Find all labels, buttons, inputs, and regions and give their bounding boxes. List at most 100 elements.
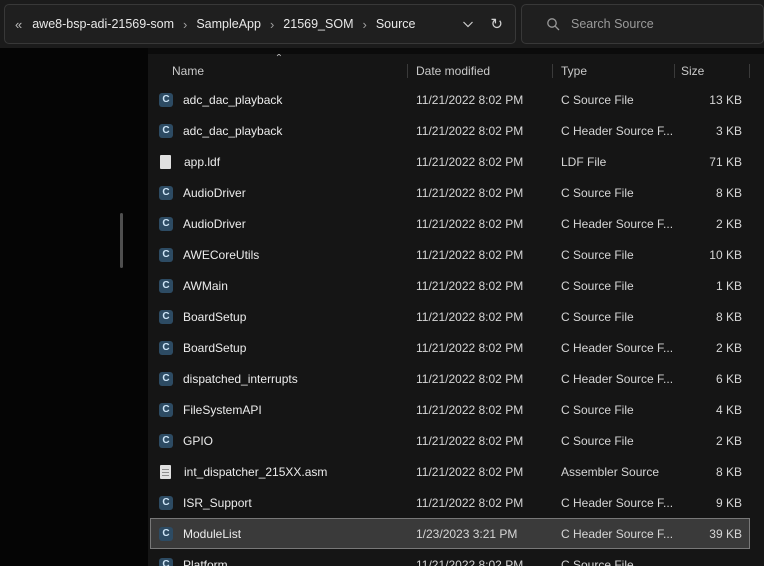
breadcrumb-item[interactable]: awe8-bsp-adi-21569-som <box>30 14 176 34</box>
file-size: 8 KB <box>675 186 750 200</box>
file-row[interactable]: CAudioDriver11/21/2022 8:02 PMC Source F… <box>150 177 750 208</box>
file-name-cell: CAWMain <box>150 279 408 293</box>
breadcrumb-chevron-icon[interactable]: › <box>263 17 281 32</box>
c-source-file-icon: C <box>159 279 173 293</box>
file-row[interactable]: CPlatform11/21/2022 8:02 PMC Source File <box>150 549 750 566</box>
c-header-file-icon: C <box>159 217 173 231</box>
file-date-modified: 11/21/2022 8:02 PM <box>408 124 553 138</box>
file-name-cell: C FileSystemAPI <box>150 403 408 417</box>
address-bar[interactable]: « awe8-bsp-adi-21569-som›SampleApp›21569… <box>4 4 516 44</box>
file-row[interactable]: CModuleList1/23/2023 3:21 PMC Header Sou… <box>150 518 750 549</box>
file-name-cell: CBoardSetup <box>150 310 408 324</box>
file-row[interactable]: CAudioDriver11/21/2022 8:02 PMC Header S… <box>150 208 750 239</box>
file-row[interactable]: CISR_Support11/21/2022 8:02 PMC Header S… <box>150 487 750 518</box>
file-type: C Header Source F... <box>553 372 675 386</box>
file-type: C Header Source F... <box>553 341 675 355</box>
file-date-modified: 11/21/2022 8:02 PM <box>408 279 553 293</box>
file-name-cell: Cadc_dac_playback <box>150 93 408 107</box>
file-type: C Source File <box>553 558 675 566</box>
file-size: 8 KB <box>675 465 750 479</box>
c-source-file-icon: C <box>159 310 173 324</box>
file-name: BoardSetup <box>183 341 246 355</box>
file-size: 13 KB <box>675 93 750 107</box>
file-size: 6 KB <box>675 372 750 386</box>
file-name: AudioDriver <box>183 186 246 200</box>
breadcrumb-chevron-icon[interactable]: › <box>176 17 194 32</box>
file-name: adc_dac_playback <box>183 124 282 138</box>
file-date-modified: 11/21/2022 8:02 PM <box>408 93 553 107</box>
file-row[interactable]: int_dispatcher_215XX.asm 11/21/2022 8:02 … <box>150 456 750 487</box>
file-type: C Source File <box>553 248 675 262</box>
file-date-modified: 11/21/2022 8:02 PM <box>408 217 553 231</box>
file-size: 9 KB <box>675 496 750 510</box>
file-type: Assembler Source <box>553 465 675 479</box>
sort-ascending-icon: ⌃ <box>275 54 283 64</box>
toolbar: « awe8-bsp-adi-21569-som›SampleApp›21569… <box>0 0 764 48</box>
address-dropdown-chevron-icon[interactable] <box>462 21 474 28</box>
file-size: 2 KB <box>675 217 750 231</box>
file-type: C Source File <box>553 93 675 107</box>
file-explorer-window: { "address_bar": { "breadcrumbs": ["awe8… <box>0 0 764 566</box>
column-header-type[interactable]: Type <box>553 58 675 84</box>
c-header-file-icon: C <box>159 496 173 510</box>
file-type: C Source File <box>553 186 675 200</box>
breadcrumb-item[interactable]: SampleApp <box>194 14 263 34</box>
file-name-cell: CISR_Support <box>150 496 408 510</box>
file-size: 71 KB <box>675 155 750 169</box>
file-row[interactable]: Cdispatched_interrupts11/21/2022 8:02 PM… <box>150 363 750 394</box>
file-row[interactable]: CAWMain11/21/2022 8:02 PMC Source File1 … <box>150 270 750 301</box>
breadcrumb-collapse-icon[interactable]: « <box>15 17 22 32</box>
assembler-file-icon <box>160 465 171 479</box>
file-name-cell: CAudioDriver <box>150 217 408 231</box>
file-row[interactable]: CFileSystemAPI11/21/2022 8:02 PMC Source… <box>150 394 750 425</box>
column-header-row: ⌃ Name Date modified Type Size <box>150 58 750 84</box>
file-row[interactable]: app.ldf11/21/2022 8:02 PMLDF File71 KB <box>150 146 750 177</box>
file-name: Platform <box>183 558 228 566</box>
file-row[interactable]: CAWECoreUtils11/21/2022 8:02 PMC Source … <box>150 239 750 270</box>
file-row[interactable]: Cadc_dac_playback11/21/2022 8:02 PMC Hea… <box>150 115 750 146</box>
file-row[interactable]: CBoardSetup11/21/2022 8:02 PMC Source Fi… <box>150 301 750 332</box>
file-row[interactable]: CBoardSetup11/21/2022 8:02 PMC Header So… <box>150 332 750 363</box>
navigation-pane <box>0 48 148 566</box>
breadcrumb-chevron-icon[interactable]: › <box>355 17 373 32</box>
file-name-cell: CAWECoreUtils <box>150 248 408 262</box>
file-date-modified: 11/21/2022 8:02 PM <box>408 496 553 510</box>
file-type: C Header Source F... <box>553 527 675 541</box>
breadcrumb-item[interactable]: 21569_SOM <box>281 14 355 34</box>
file-type: C Source File <box>553 279 675 293</box>
file-name: ModuleList <box>183 527 241 541</box>
file-name: adc_dac_playback <box>183 93 282 107</box>
file-name: dispatched_interrupts <box>183 372 298 386</box>
file-type: C Header Source F... <box>553 217 675 231</box>
file-name-cell: CAudioDriver <box>150 186 408 200</box>
c-source-file-icon: C <box>159 558 173 566</box>
ldf-file-icon <box>160 155 171 169</box>
c-source-file-icon: C <box>159 403 173 417</box>
nav-pane-scrollbar[interactable] <box>120 213 123 268</box>
file-date-modified: 11/21/2022 8:02 PM <box>408 403 553 417</box>
breadcrumb-item[interactable]: Source <box>374 14 418 34</box>
search-input[interactable] <box>569 16 729 32</box>
file-date-modified: 11/21/2022 8:02 PM <box>408 310 553 324</box>
file-size: 1 KB <box>675 279 750 293</box>
file-row[interactable]: CGPIO11/21/2022 8:02 PMC Source File2 KB <box>150 425 750 456</box>
search-box[interactable] <box>521 4 764 44</box>
file-date-modified: 11/21/2022 8:02 PM <box>408 341 553 355</box>
column-header-size[interactable]: Size <box>675 58 750 84</box>
file-name: GPIO <box>183 434 213 448</box>
column-header-name[interactable]: ⌃ Name <box>150 58 408 84</box>
file-row[interactable]: Cadc_dac_playback11/21/2022 8:02 PMC Sou… <box>150 84 750 115</box>
file-size: 39 KB <box>675 527 750 541</box>
file-name: int_dispatcher_215XX.asm <box>184 465 327 479</box>
refresh-icon[interactable]: ↻ <box>490 15 503 33</box>
c-header-file-icon: C <box>159 124 173 138</box>
file-list: Cadc_dac_playback11/21/2022 8:02 PMC Sou… <box>150 84 750 566</box>
file-name-cell: CGPIO <box>150 434 408 448</box>
c-source-file-icon: C <box>159 93 173 107</box>
file-date-modified: 11/21/2022 8:02 PM <box>408 465 553 479</box>
file-size: 10 KB <box>675 248 750 262</box>
file-size: 3 KB <box>675 124 750 138</box>
column-header-date-modified[interactable]: Date modified <box>408 58 553 84</box>
c-source-file-icon: C <box>159 248 173 262</box>
file-name: FileSystemAPI <box>183 403 262 417</box>
